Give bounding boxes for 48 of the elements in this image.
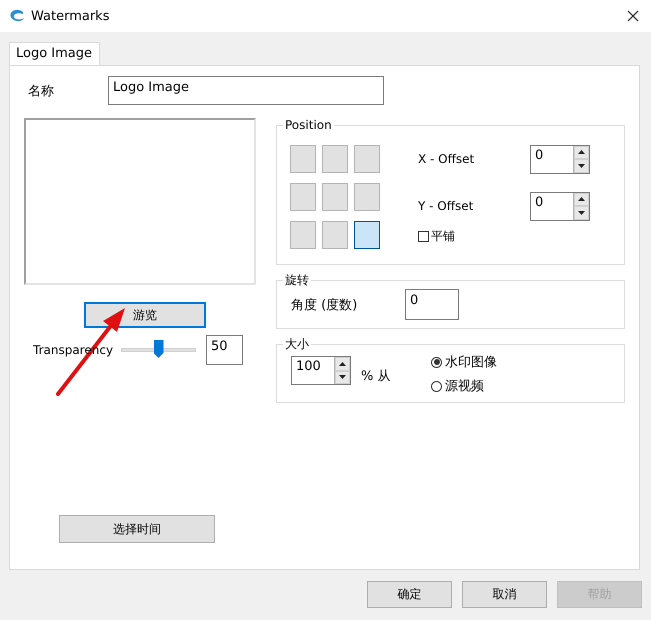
group-title: 旋转: [284, 272, 310, 289]
name-label: 名称: [28, 82, 55, 100]
angle-field[interactable]: 0: [405, 289, 459, 320]
spin-up-button[interactable]: [574, 192, 589, 206]
position-cell[interactable]: [290, 221, 316, 249]
position-cell[interactable]: [290, 145, 316, 173]
position-cell[interactable]: [354, 183, 380, 211]
triangle-down-icon: [339, 375, 346, 380]
slider-thumb[interactable]: [154, 340, 164, 358]
radio-option[interactable]: 水印图像: [431, 353, 497, 371]
position-cell[interactable]: [322, 145, 348, 173]
group-title: Position: [284, 118, 333, 132]
position-cell[interactable]: [354, 145, 380, 173]
spin-up-button[interactable]: [574, 146, 589, 159]
name-field[interactable]: Logo Image: [108, 76, 384, 105]
triangle-up-icon: [578, 150, 585, 154]
browse-button[interactable]: 游览: [84, 302, 206, 328]
triangle-down-icon: [578, 164, 585, 168]
unit-label: % 从: [361, 368, 392, 386]
y-offset-label: Y - Offset: [418, 199, 474, 213]
size-spinner[interactable]: 100: [291, 356, 351, 385]
spin-down-button[interactable]: [574, 206, 589, 220]
app-logo-icon: [9, 9, 25, 23]
angle-label: 角度 (度数): [291, 296, 358, 314]
spin-down-button[interactable]: [574, 159, 589, 172]
y-offset-spinner[interactable]: 0: [530, 192, 590, 220]
triangle-down-icon: [578, 210, 585, 215]
position-cell[interactable]: [354, 221, 380, 249]
position-cell[interactable]: [322, 183, 348, 211]
tab[interactable]: Logo Image: [9, 42, 100, 65]
spin-down-button[interactable]: [335, 370, 350, 384]
triangle-up-icon: [339, 362, 346, 366]
x-offset-label: X - Offset: [418, 152, 476, 166]
window-title: Watermarks: [31, 8, 110, 24]
transparency-field[interactable]: 50: [206, 335, 243, 365]
position-cell[interactable]: [322, 221, 348, 249]
triangle-up-icon: [578, 197, 585, 202]
radio-option[interactable]: 源视频: [431, 377, 497, 395]
select-time-button[interactable]: 选择时间: [59, 515, 215, 543]
dialog-button[interactable]: 取消: [462, 581, 547, 608]
transparency-slider[interactable]: [121, 340, 196, 360]
group-title: 大小: [284, 336, 310, 353]
close-icon[interactable]: [627, 10, 639, 22]
dialog-button[interactable]: 确定: [367, 581, 452, 608]
tile-checkbox[interactable]: 平铺: [418, 228, 590, 245]
x-offset-spinner[interactable]: 0: [530, 144, 590, 174]
spin-up-button[interactable]: [335, 357, 350, 370]
position-cell[interactable]: [290, 183, 316, 211]
